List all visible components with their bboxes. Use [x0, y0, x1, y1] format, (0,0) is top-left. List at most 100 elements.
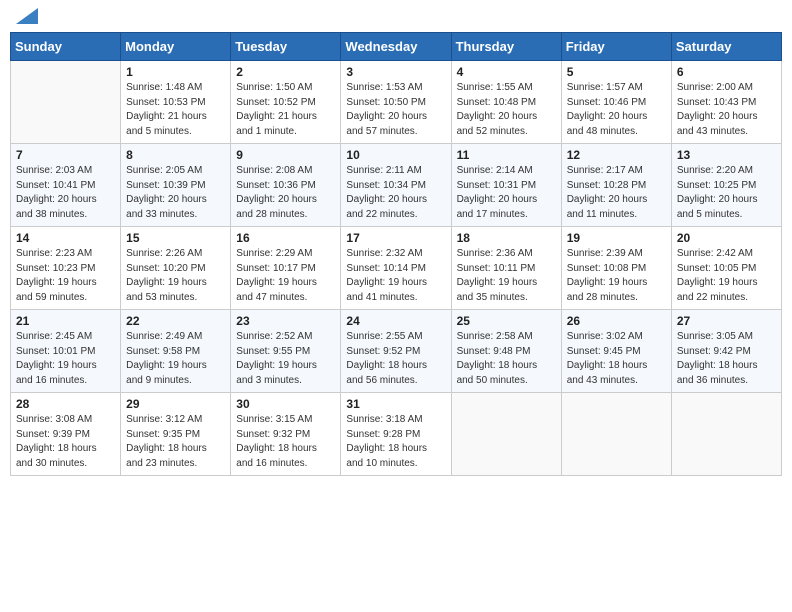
day-number: 26 [567, 314, 666, 328]
day-number: 1 [126, 65, 225, 79]
calendar-cell: 4 Sunrise: 1:55 AMSunset: 10:48 PMDayligh… [451, 61, 561, 144]
calendar-cell: 27Sunrise: 3:05 AMSunset: 9:42 PMDayligh… [671, 310, 781, 393]
day-number: 14 [16, 231, 115, 245]
day-number: 30 [236, 397, 335, 411]
sun-info: Sunrise: 2:42 AMSunset: 10:05 PMDaylight… [677, 247, 776, 305]
calendar-cell [451, 393, 561, 476]
logo-icon [16, 8, 38, 24]
sun-info: Sunrise: 3:18 AMSunset: 9:28 PMDaylight:… [346, 413, 445, 471]
sun-info: Sunrise: 3:15 AMSunset: 9:32 PMDaylight:… [236, 413, 335, 471]
calendar-cell: 10 Sunrise: 2:11 AMSunset: 10:34 PMDaylig… [341, 144, 451, 227]
calendar-cell: 30 Sunrise: 3:15 AMSunset: 9:32 PMDayligh… [231, 393, 341, 476]
day-number: 18 [457, 231, 556, 245]
sun-info: Sunrise: 2:17 AMSunset: 10:28 PMDaylight… [567, 164, 666, 222]
sun-info: Sunrise: 2:00 AMSunset: 10:43 PMDaylight… [677, 81, 776, 139]
calendar-cell: 2 Sunrise: 1:50 AMSunset: 10:52 PMDayligh… [231, 61, 341, 144]
sun-info: Sunrise: 1:57 AMSunset: 10:46 PMDaylight… [567, 81, 666, 139]
day-number: 6 [677, 65, 776, 79]
sun-info: Sunrise: 2:49 AMSunset: 9:58 PMDaylight:… [126, 330, 225, 388]
sun-info: Sunrise: 2:05 AMSunset: 10:39 PMDaylight… [126, 164, 225, 222]
sun-info: Sunrise: 2:52 AMSunset: 9:55 PMDaylight:… [236, 330, 335, 388]
calendar-week-row: 28Sunrise: 3:08 AMSunset: 9:39 PMDayligh… [11, 393, 782, 476]
day-number: 17 [346, 231, 445, 245]
day-number: 21 [16, 314, 115, 328]
weekday-header: Monday [121, 33, 231, 61]
calendar-cell: 14 Sunrise: 2:23 AMSunset: 10:23 PMDaylig… [11, 227, 121, 310]
calendar-cell: 17 Sunrise: 2:32 AMSunset: 10:14 PMDaylig… [341, 227, 451, 310]
sun-info: Sunrise: 2:26 AMSunset: 10:20 PMDaylight… [126, 247, 225, 305]
calendar-cell: 29 Sunrise: 3:12 AMSunset: 9:35 PMDayligh… [121, 393, 231, 476]
day-number: 29 [126, 397, 225, 411]
sun-info: Sunrise: 1:55 AMSunset: 10:48 PMDaylight… [457, 81, 556, 139]
calendar-cell: 16Sunrise: 2:29 AMSunset: 10:17 PMDaylig… [231, 227, 341, 310]
calendar-cell: 15 Sunrise: 2:26 AMSunset: 10:20 PMDaylig… [121, 227, 231, 310]
day-number: 22 [126, 314, 225, 328]
day-number: 11 [457, 148, 556, 162]
day-number: 12 [567, 148, 666, 162]
weekday-header: Tuesday [231, 33, 341, 61]
sun-info: Sunrise: 2:29 AMSunset: 10:17 PMDaylight… [236, 247, 335, 305]
calendar-cell: 1 Sunrise: 1:48 AMSunset: 10:53 PMDayligh… [121, 61, 231, 144]
calendar-week-row: 1 Sunrise: 1:48 AMSunset: 10:53 PMDayligh… [11, 61, 782, 144]
weekday-header: Friday [561, 33, 671, 61]
calendar-cell: 18 Sunrise: 2:36 AMSunset: 10:11 PMDaylig… [451, 227, 561, 310]
day-number: 25 [457, 314, 556, 328]
calendar-cell: 12 Sunrise: 2:17 AMSunset: 10:28 PMDaylig… [561, 144, 671, 227]
calendar-cell: 21 Sunrise: 2:45 AMSunset: 10:01 PMDaylig… [11, 310, 121, 393]
day-number: 5 [567, 65, 666, 79]
calendar-week-row: 7Sunrise: 2:03 AMSunset: 10:41 PMDayligh… [11, 144, 782, 227]
calendar-cell [561, 393, 671, 476]
calendar-cell: 5 Sunrise: 1:57 AMSunset: 10:46 PMDayligh… [561, 61, 671, 144]
calendar-week-row: 21 Sunrise: 2:45 AMSunset: 10:01 PMDaylig… [11, 310, 782, 393]
day-number: 24 [346, 314, 445, 328]
calendar-header-row: SundayMondayTuesdayWednesdayThursdayFrid… [11, 33, 782, 61]
sun-info: Sunrise: 2:08 AMSunset: 10:36 PMDaylight… [236, 164, 335, 222]
weekday-header: Wednesday [341, 33, 451, 61]
calendar-cell: 8 Sunrise: 2:05 AMSunset: 10:39 PMDayligh… [121, 144, 231, 227]
calendar-cell: 13 Sunrise: 2:20 AMSunset: 10:25 PMDaylig… [671, 144, 781, 227]
calendar-week-row: 14 Sunrise: 2:23 AMSunset: 10:23 PMDaylig… [11, 227, 782, 310]
day-number: 8 [126, 148, 225, 162]
sun-info: Sunrise: 3:05 AMSunset: 9:42 PMDaylight:… [677, 330, 776, 388]
sun-info: Sunrise: 2:23 AMSunset: 10:23 PMDaylight… [16, 247, 115, 305]
sun-info: Sunrise: 3:12 AMSunset: 9:35 PMDaylight:… [126, 413, 225, 471]
day-number: 31 [346, 397, 445, 411]
day-number: 19 [567, 231, 666, 245]
day-number: 9 [236, 148, 335, 162]
calendar-cell: 26 Sunrise: 3:02 AMSunset: 9:45 PMDayligh… [561, 310, 671, 393]
sun-info: Sunrise: 3:08 AMSunset: 9:39 PMDaylight:… [16, 413, 115, 471]
day-number: 4 [457, 65, 556, 79]
calendar-table: SundayMondayTuesdayWednesdayThursdayFrid… [10, 32, 782, 476]
calendar-cell: 7Sunrise: 2:03 AMSunset: 10:41 PMDayligh… [11, 144, 121, 227]
calendar-cell: 3 Sunrise: 1:53 AMSunset: 10:50 PMDayligh… [341, 61, 451, 144]
sun-info: Sunrise: 1:53 AMSunset: 10:50 PMDaylight… [346, 81, 445, 139]
calendar-cell: 22 Sunrise: 2:49 AMSunset: 9:58 PMDayligh… [121, 310, 231, 393]
calendar-cell [11, 61, 121, 144]
day-number: 13 [677, 148, 776, 162]
day-number: 15 [126, 231, 225, 245]
weekday-header: Saturday [671, 33, 781, 61]
calendar-cell: 19Sunrise: 2:39 AMSunset: 10:08 PMDaylig… [561, 227, 671, 310]
sun-info: Sunrise: 2:36 AMSunset: 10:11 PMDaylight… [457, 247, 556, 305]
sun-info: Sunrise: 2:58 AMSunset: 9:48 PMDaylight:… [457, 330, 556, 388]
sun-info: Sunrise: 2:32 AMSunset: 10:14 PMDaylight… [346, 247, 445, 305]
logo [14, 10, 38, 24]
weekday-header: Thursday [451, 33, 561, 61]
calendar-cell: 25 Sunrise: 2:58 AMSunset: 9:48 PMDayligh… [451, 310, 561, 393]
day-number: 2 [236, 65, 335, 79]
sun-info: Sunrise: 2:45 AMSunset: 10:01 PMDaylight… [16, 330, 115, 388]
calendar-cell: 28Sunrise: 3:08 AMSunset: 9:39 PMDayligh… [11, 393, 121, 476]
sun-info: Sunrise: 1:48 AMSunset: 10:53 PMDaylight… [126, 81, 225, 139]
sun-info: Sunrise: 2:20 AMSunset: 10:25 PMDaylight… [677, 164, 776, 222]
day-number: 10 [346, 148, 445, 162]
calendar-cell [671, 393, 781, 476]
calendar-cell: 24 Sunrise: 2:55 AMSunset: 9:52 PMDayligh… [341, 310, 451, 393]
sun-info: Sunrise: 1:50 AMSunset: 10:52 PMDaylight… [236, 81, 335, 139]
calendar-cell: 20Sunrise: 2:42 AMSunset: 10:05 PMDaylig… [671, 227, 781, 310]
sun-info: Sunrise: 3:02 AMSunset: 9:45 PMDaylight:… [567, 330, 666, 388]
sun-info: Sunrise: 2:11 AMSunset: 10:34 PMDaylight… [346, 164, 445, 222]
weekday-header: Sunday [11, 33, 121, 61]
calendar-cell: 9 Sunrise: 2:08 AMSunset: 10:36 PMDayligh… [231, 144, 341, 227]
sun-info: Sunrise: 2:55 AMSunset: 9:52 PMDaylight:… [346, 330, 445, 388]
day-number: 3 [346, 65, 445, 79]
